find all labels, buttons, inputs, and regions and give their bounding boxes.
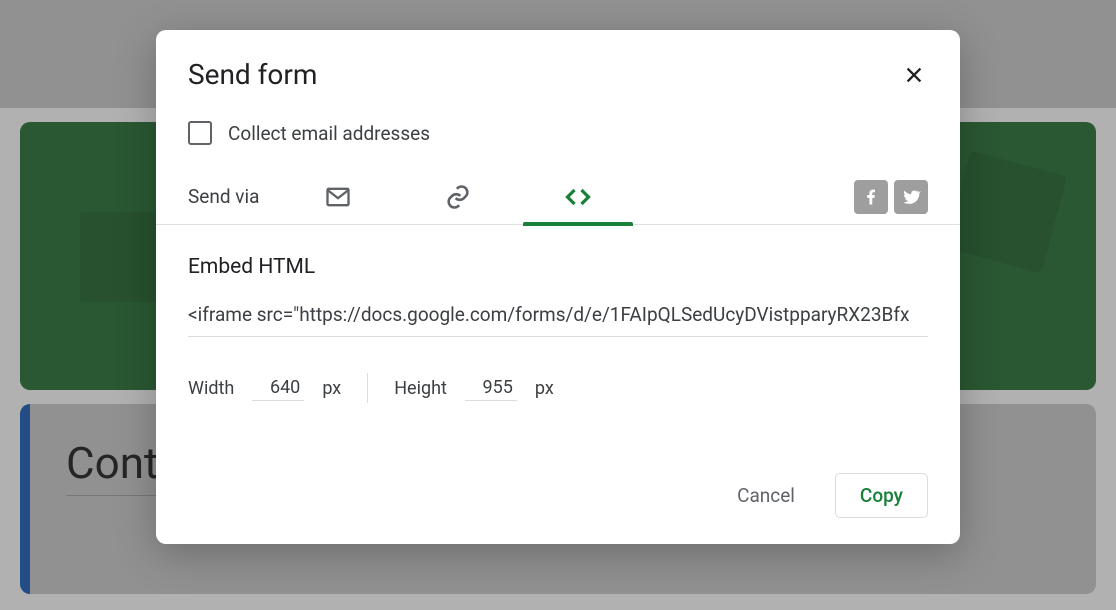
height-label: Height [394,378,447,399]
tab-embed[interactable] [558,169,598,225]
copy-button[interactable]: Copy [835,473,928,518]
collect-emails-checkbox[interactable] [188,121,212,145]
send-form-dialog: Send form Collect email addresses Send v… [156,30,960,544]
tab-link[interactable] [438,169,478,225]
width-unit: px [322,378,341,399]
cancel-button[interactable]: Cancel [713,474,819,517]
embed-section-title: Embed HTML [188,255,928,279]
width-input[interactable] [252,375,304,401]
send-via-tabs [318,169,598,225]
dimension-separator [367,373,368,403]
height-unit: px [535,378,554,399]
dialog-title: Send form [188,58,317,91]
share-facebook-button[interactable] [854,180,888,214]
tab-email[interactable] [318,169,358,225]
close-button[interactable] [900,61,928,89]
width-label: Width [188,378,234,399]
height-input[interactable] [465,375,517,401]
email-icon [324,183,352,211]
twitter-icon [901,187,921,207]
collect-emails-label: Collect email addresses [228,122,430,145]
send-via-label: Send via [188,185,318,208]
close-icon [903,64,925,86]
embed-icon [564,183,592,211]
embed-code-field[interactable]: <iframe src="https://docs.google.com/for… [188,303,928,337]
link-icon [444,183,472,211]
facebook-icon [861,187,881,207]
share-twitter-button[interactable] [894,180,928,214]
